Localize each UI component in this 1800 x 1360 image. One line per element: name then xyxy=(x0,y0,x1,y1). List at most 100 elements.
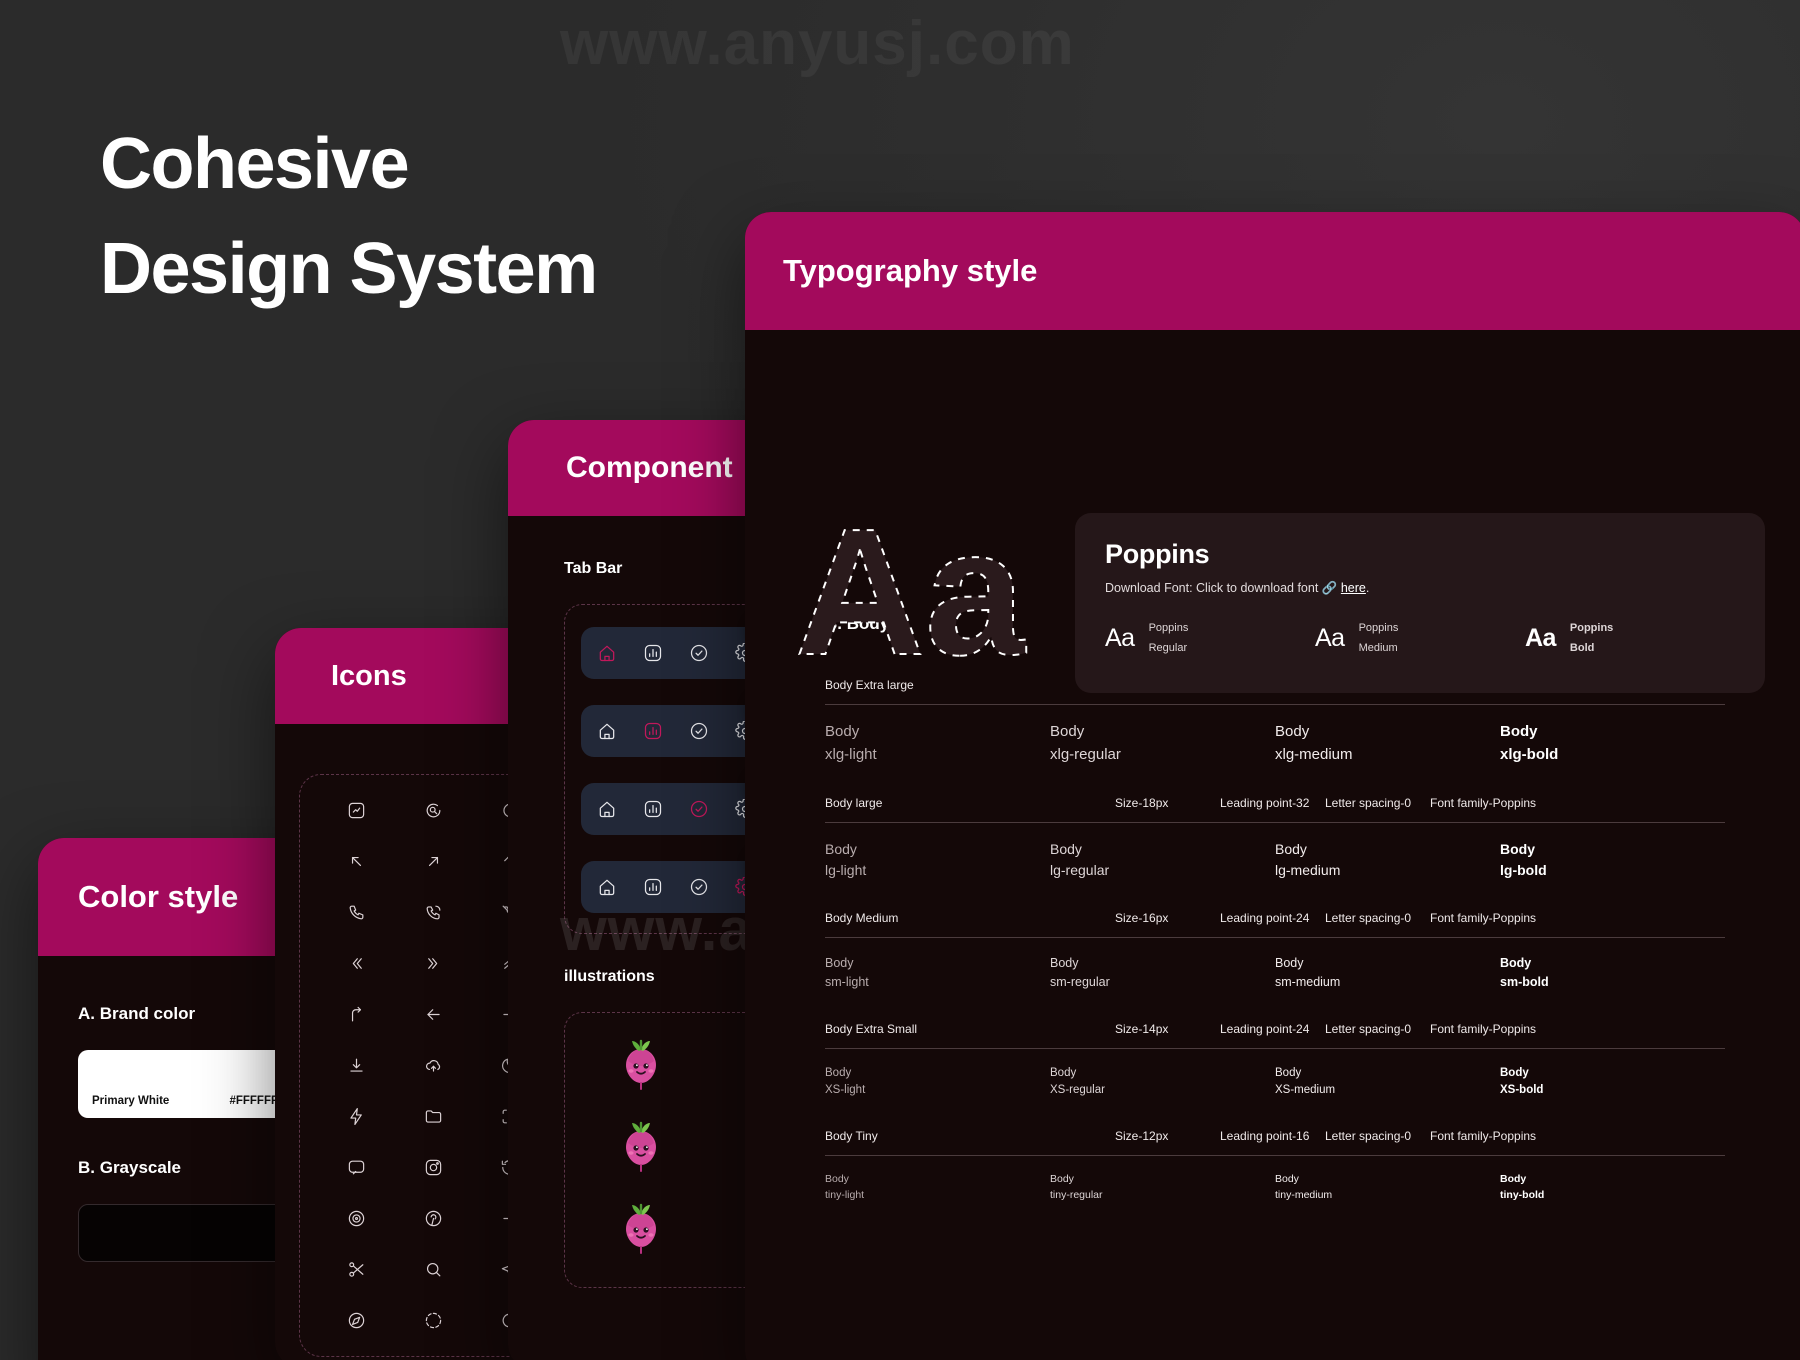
weight-sample: Aa xyxy=(1524,623,1556,652)
type-sample-word: Body xyxy=(825,841,857,857)
type-sample-token: sm-light xyxy=(825,974,869,989)
page-title: Cohesive Design System xyxy=(100,112,598,322)
type-sample-word: Body xyxy=(825,1066,852,1079)
type-row-font-family: Font family-Poppins xyxy=(1430,796,1537,810)
tab-home-icon[interactable] xyxy=(597,643,617,663)
type-sample-token: sm-medium xyxy=(1275,974,1341,989)
type-sample: Body tiny-light xyxy=(825,1172,1050,1204)
font-weight-medium: Aa Poppins Medium xyxy=(1315,622,1525,654)
type-sample-token: xlg-bold xyxy=(1500,745,1559,763)
typography-header: Typography style xyxy=(745,212,1800,330)
phone-call-icon[interactable] xyxy=(424,903,443,922)
type-row-name: Body Tiny xyxy=(825,1129,878,1143)
type-row-font-family: Font family-Poppins xyxy=(1430,911,1537,925)
tab-chart-icon[interactable] xyxy=(643,877,663,897)
type-sample-token: lg-regular xyxy=(1050,862,1110,878)
type-sample-token: tiny-bold xyxy=(1500,1188,1545,1201)
tab-home-icon[interactable] xyxy=(597,721,617,741)
page-title-line2: Design System xyxy=(100,229,598,310)
instagram-icon[interactable] xyxy=(424,1158,443,1177)
chat-icon[interactable] xyxy=(347,1158,366,1177)
type-sample-word: Body xyxy=(1500,723,1538,740)
phone-icon[interactable] xyxy=(347,903,366,922)
type-row-header: Body Medium Size-16px Leading point-24 Lett… xyxy=(825,911,1725,938)
type-row-samples: Body XS-light Body XS-regular Body XS-medium B… xyxy=(825,1065,1725,1100)
tab-chart-icon[interactable] xyxy=(643,799,663,819)
type-row-size: Size-12px xyxy=(1115,1129,1169,1143)
chevrons-left-icon[interactable] xyxy=(347,954,366,973)
type-sample-word: Body xyxy=(1050,1066,1077,1079)
component-title: Component xyxy=(566,451,733,484)
illustration-beet-cheer[interactable] xyxy=(610,1117,672,1183)
type-row-letter-spacing: Letter spacing-0 xyxy=(1325,911,1412,925)
type-sample: Body lg-medium xyxy=(1275,839,1500,881)
arrow-up-right-icon[interactable] xyxy=(424,852,443,871)
type-row-letter-spacing: Letter spacing-0 xyxy=(1325,1129,1412,1143)
type-sample-word: Body xyxy=(1275,1066,1302,1079)
tab-check-circle-icon[interactable] xyxy=(689,643,709,663)
pinterest-icon[interactable] xyxy=(424,1209,443,1228)
type-sample: Body XS-regular xyxy=(1050,1065,1275,1100)
font-weight-bold: Aa Poppins Bold xyxy=(1525,622,1735,654)
weight-family: Poppins xyxy=(1148,622,1189,634)
weight-meta: Poppins Medium xyxy=(1359,622,1399,654)
download-icon[interactable] xyxy=(347,1056,366,1075)
type-sample-word: Body xyxy=(1050,841,1082,857)
tab-chart-icon[interactable] xyxy=(643,721,663,741)
weight-sample: Aa xyxy=(1105,623,1135,652)
target-icon[interactable] xyxy=(347,1209,366,1228)
arrow-up-left-icon[interactable] xyxy=(347,852,366,871)
search-icon[interactable] xyxy=(424,1260,443,1279)
weight-family: Poppins xyxy=(1358,622,1399,634)
type-sample: Body lg-regular xyxy=(1050,839,1275,881)
type-sample: Body tiny-regular xyxy=(1050,1172,1275,1204)
weight-meta: Poppins Regular xyxy=(1149,622,1189,654)
type-sample: Body XS-bold xyxy=(1500,1065,1725,1100)
edit-square-icon[interactable] xyxy=(347,801,366,820)
type-sample-token: sm-regular xyxy=(1050,974,1110,989)
type-sample-word: Body xyxy=(1050,723,1085,740)
grayscale-chip[interactable] xyxy=(78,1204,292,1262)
type-sample: Body xlg-medium xyxy=(1275,721,1500,766)
arrow-left-icon[interactable] xyxy=(424,1005,443,1024)
scissors-icon[interactable] xyxy=(347,1260,366,1279)
search-message-icon[interactable] xyxy=(424,801,443,820)
tab-chart-icon[interactable] xyxy=(643,643,663,663)
location-icon[interactable] xyxy=(347,1311,366,1330)
type-sample: Body tiny-medium xyxy=(1275,1172,1500,1204)
illustration-beet-happy[interactable] xyxy=(610,1035,672,1101)
chevrons-right-icon[interactable] xyxy=(424,954,443,973)
folder-icon[interactable] xyxy=(424,1107,443,1126)
tab-check-circle-icon[interactable] xyxy=(689,877,709,897)
tab-check-circle-icon[interactable] xyxy=(689,799,709,819)
typography-body: Aa Poppins Download Font: Click to downl… xyxy=(745,330,1800,1360)
type-sample-word: Body xyxy=(1500,841,1535,857)
type-sample: Body sm-light xyxy=(825,954,1050,992)
font-download-text: Download Font: Click to download font xyxy=(1105,581,1319,595)
type-sample: Body xlg-light xyxy=(825,721,1050,766)
type-row-leading: Leading point-24 xyxy=(1220,911,1310,925)
swatch-primary-white[interactable]: Primary White #FFFFFF xyxy=(78,1050,292,1118)
typography-card: Typography style Aa Poppins Download Fon… xyxy=(745,212,1800,1360)
arrow-branch-icon[interactable] xyxy=(347,1005,366,1024)
tab-home-icon[interactable] xyxy=(597,877,617,897)
loader-icon[interactable] xyxy=(424,1311,443,1330)
tab-check-circle-icon[interactable] xyxy=(689,721,709,741)
upload-cloud-icon[interactable] xyxy=(424,1056,443,1075)
type-row-size: Size-18px xyxy=(1115,796,1169,810)
tab-home-icon[interactable] xyxy=(597,799,617,819)
type-sample-word: Body xyxy=(825,723,860,740)
illustration-beet-skate[interactable] xyxy=(610,1199,672,1265)
weight-name: Regular xyxy=(1148,642,1188,654)
type-sample-word: Body xyxy=(1275,1173,1299,1185)
type-sample-word: Body xyxy=(825,1173,849,1185)
zap-icon[interactable] xyxy=(347,1107,366,1126)
type-sample-token: XS-bold xyxy=(1500,1083,1544,1096)
weight-name: Bold xyxy=(1569,642,1595,654)
weight-meta: Poppins Bold xyxy=(1570,622,1613,654)
type-sample-token: lg-bold xyxy=(1500,862,1547,878)
type-sample-token: sm-bold xyxy=(1500,974,1549,989)
font-name: Poppins xyxy=(1105,539,1210,569)
font-download-link[interactable]: here xyxy=(1341,581,1366,595)
weight-family: Poppins xyxy=(1569,622,1614,634)
